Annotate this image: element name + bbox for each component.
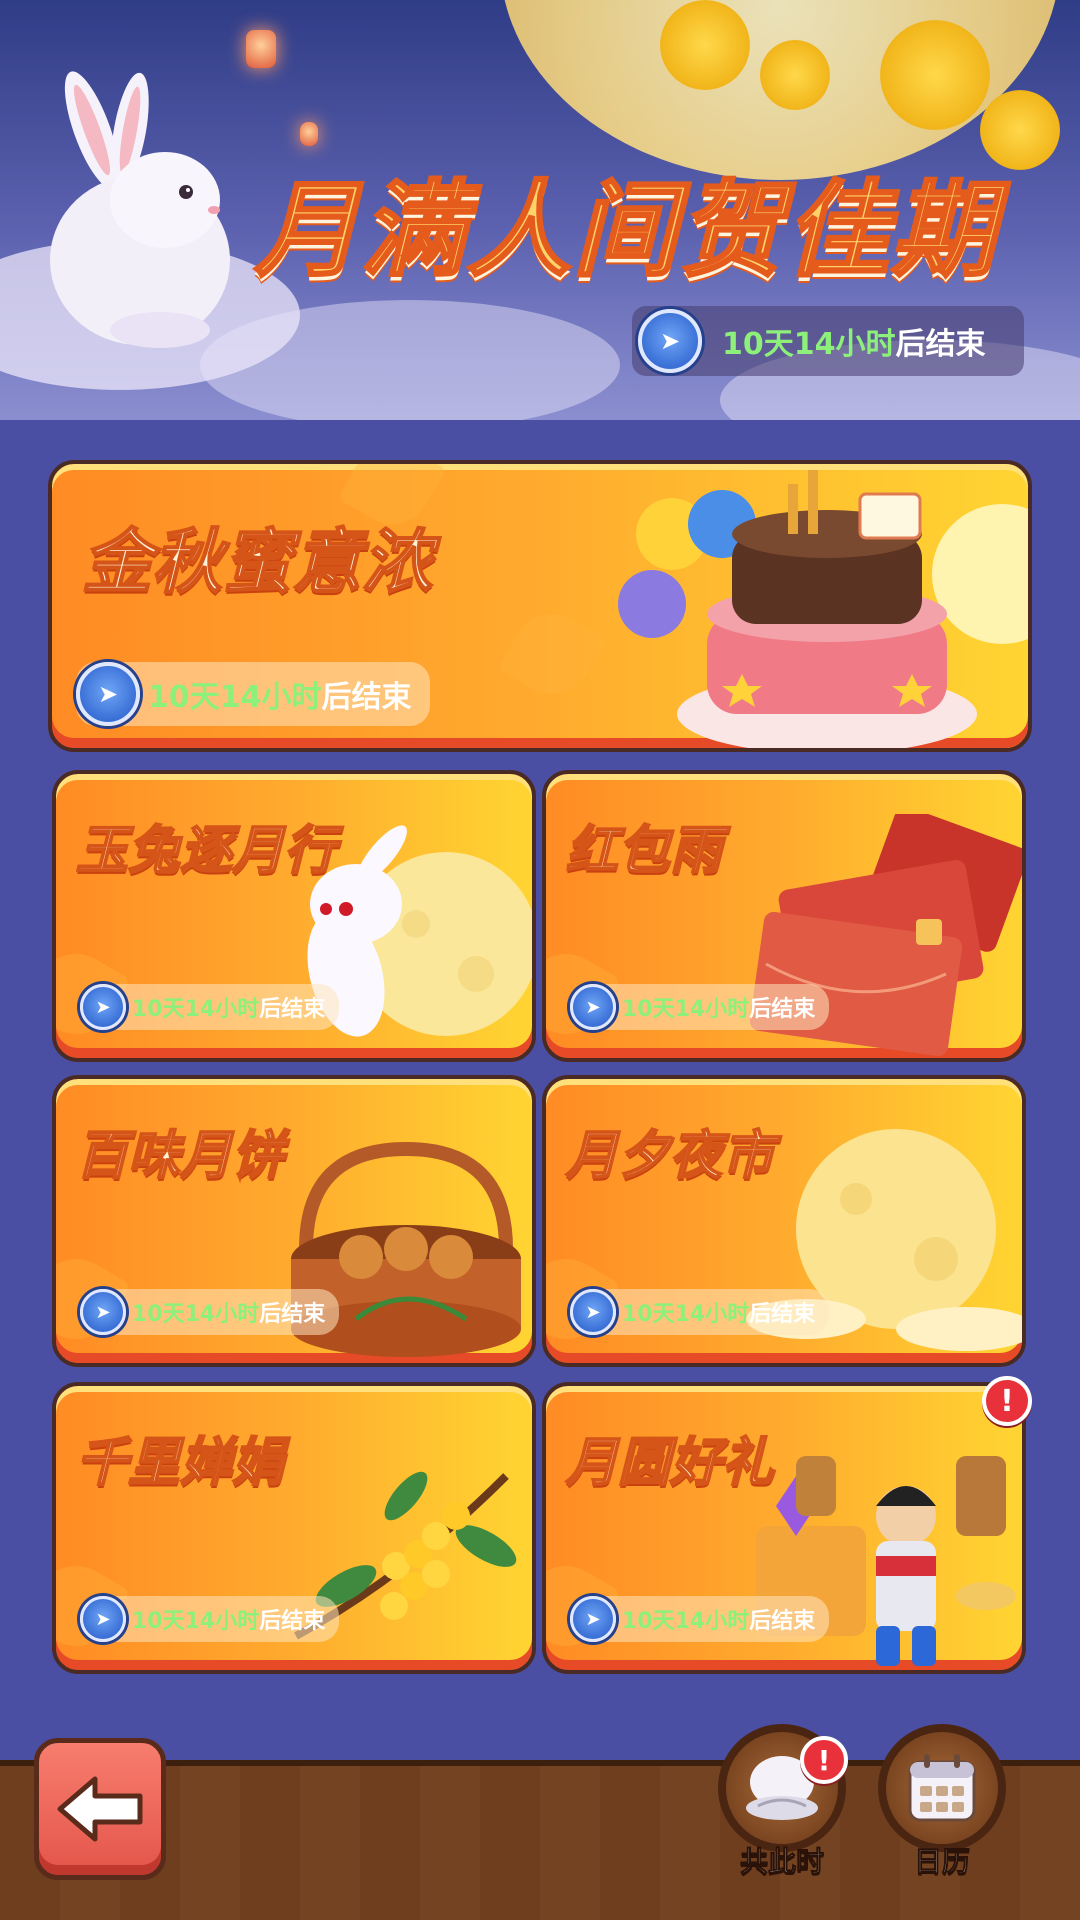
event-countdown: ➤ 10天14小时 后结束 xyxy=(80,984,340,1030)
cloud-decoration xyxy=(200,300,620,420)
countdown-suffix: 后结束 xyxy=(749,997,816,1022)
calendar-icon xyxy=(908,1754,976,1822)
event-card-red-envelope-rain[interactable]: 红包雨 ➤ 10天14小时 后结束 xyxy=(542,770,1026,1062)
calendar-label: 日历 xyxy=(913,1845,970,1879)
osmanthus-decoration xyxy=(660,0,750,90)
exclamation-icon: ! xyxy=(982,1376,1032,1426)
event-card-gifts[interactable]: 月圆好礼 ➤ 10天14小时 后结束 xyxy=(542,1382,1026,1674)
clock-icon: ➤ xyxy=(638,309,702,373)
cake-illustration xyxy=(618,470,1028,748)
event-card-night-market[interactable]: 月夕夜市 ➤ 10天14小时 后结束 xyxy=(542,1075,1026,1367)
countdown-suffix: 后结束 xyxy=(749,1302,816,1327)
sky-lantern-decoration xyxy=(300,122,318,146)
countdown-suffix: 后结束 xyxy=(259,1302,326,1327)
clock-icon: ➤ xyxy=(80,1596,126,1642)
event-countdown: ➤ 10天14小时 后结束 xyxy=(570,984,830,1030)
back-arrow-icon xyxy=(57,1776,143,1842)
osmanthus-decoration xyxy=(880,20,990,130)
event-card-chanjuan[interactable]: 千里婵娟 ➤ 10天14小时 后结束 xyxy=(52,1382,536,1674)
share-moment-label: 共此时 xyxy=(739,1845,824,1879)
event-countdown: ➤ 10天14小时 后结束 xyxy=(80,1596,340,1642)
event-card-featured[interactable]: 金秋蜜意浓 ➤ 10天14小时 后结束 xyxy=(48,460,1032,752)
countdown-time: 10天14小时 xyxy=(622,1609,750,1634)
event-card-jade-rabbit[interactable]: 玉兔逐月行 ➤ 10天14小时 后结束 xyxy=(52,770,536,1062)
countdown-suffix: 后结束 xyxy=(259,997,326,1022)
event-card-title: 金秋蜜意浓 xyxy=(81,520,433,604)
countdown-time: 10天14小时 xyxy=(132,1302,260,1327)
sky-lantern-decoration xyxy=(246,30,276,68)
event-card-title: 百味月饼 xyxy=(75,1125,285,1187)
event-title: 月满人间贺佳期 xyxy=(254,168,998,293)
countdown-time: 10天14小时 xyxy=(722,327,896,362)
clock-icon: ➤ xyxy=(570,984,616,1030)
event-countdown: ➤ 10天14小时 后结束 xyxy=(632,306,1024,376)
clock-icon: ➤ xyxy=(80,1289,126,1335)
clock-icon: ➤ xyxy=(570,1289,616,1335)
white-rabbit-illustration xyxy=(50,71,230,348)
countdown-suffix: 后结束 xyxy=(749,1609,816,1634)
countdown-time: 10天14小时 xyxy=(132,1609,260,1634)
event-countdown: ➤ 10天14小时 后结束 xyxy=(570,1596,830,1642)
event-countdown: ➤ 10天14小时 后结束 xyxy=(80,1289,340,1335)
clock-icon: ➤ xyxy=(80,984,126,1030)
event-card-title: 月夕夜市 xyxy=(565,1125,775,1187)
countdown-time: 10天14小时 xyxy=(132,997,260,1022)
clock-icon: ➤ xyxy=(570,1596,616,1642)
event-card-mooncakes[interactable]: 百味月饼 ➤ 10天14小时 后结束 xyxy=(52,1075,536,1367)
clock-icon: ➤ xyxy=(76,662,140,726)
event-card-title: 红包雨 xyxy=(565,820,723,882)
countdown-suffix: 后结束 xyxy=(259,1609,326,1634)
countdown-time: 10天14小时 xyxy=(622,997,750,1022)
countdown-time: 10天14小时 xyxy=(148,680,322,715)
back-button[interactable] xyxy=(34,1738,166,1880)
event-card-title: 千里婵娟 xyxy=(75,1432,285,1494)
calendar-button[interactable] xyxy=(878,1724,1006,1852)
event-countdown: ➤ 10天14小时 后结束 xyxy=(570,1289,830,1335)
osmanthus-decoration xyxy=(760,40,830,110)
event-countdown: ➤ 10天14小时 后结束 xyxy=(76,662,430,726)
countdown-suffix: 后结束 xyxy=(895,327,986,362)
exclamation-icon: ! xyxy=(800,1736,848,1784)
event-banner: 月满人间贺佳期 ➤ 10天14小时 后结束 xyxy=(0,0,1080,420)
countdown-time: 10天14小时 xyxy=(622,1302,750,1327)
countdown-suffix: 后结束 xyxy=(321,680,412,715)
